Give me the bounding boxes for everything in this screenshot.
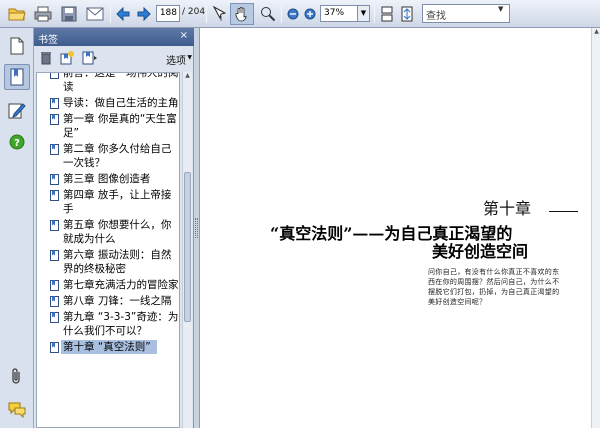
comments-icon[interactable] (7, 400, 27, 420)
search-dropdown-button[interactable]: ▼ (498, 5, 503, 13)
bookmark-label: 导读：做自己生活的主角 (63, 97, 179, 109)
bookmark-item[interactable]: 第一章 你是真的“天生富足” (37, 111, 179, 141)
bookmark-label: 第五章 你想要什么，你就成为什么 (63, 219, 172, 245)
signatures-icon[interactable] (7, 100, 27, 120)
hand-tool-icon[interactable] (230, 3, 254, 25)
bookmark-item[interactable]: 第六章 振动法则：自然界的终极秘密 (37, 247, 179, 277)
chapter-rule (549, 211, 578, 212)
next-page-icon[interactable] (135, 4, 153, 24)
attachments-icon[interactable] (7, 366, 27, 386)
toolbar-separator (110, 5, 111, 23)
bookmark-icon (50, 144, 59, 155)
bookmark-icon (50, 280, 59, 291)
close-panel-button[interactable]: × (180, 30, 188, 41)
print-icon[interactable] (32, 4, 54, 24)
chapter-title-line2: 美好创造空间 (432, 242, 529, 261)
bookmark-item[interactable]: 前言：这是一场伟大的阅读 (37, 72, 179, 95)
options-menu-button[interactable]: 选项 (166, 52, 186, 67)
bookmark-label: 第二章 你多久付给自己一次钱？ (63, 143, 172, 169)
bookmark-scrollbar[interactable]: ▲ (182, 72, 192, 428)
pages-icon[interactable] (7, 36, 27, 56)
scroll-up-arrow[interactable]: ▲ (183, 72, 192, 82)
zoom-in-icon[interactable] (303, 4, 317, 24)
select-text-icon[interactable]: I (210, 4, 228, 24)
bookmark-item[interactable]: 第七章充满活力的冒险家 (37, 277, 179, 293)
bookmark-label: 第八章 刀锋：一线之隔 (63, 295, 172, 307)
open-folder-icon[interactable] (6, 4, 28, 24)
bookmark-label: 第九章 “3-3-3”奇迹：为什么我们不可以？ (63, 311, 179, 337)
bookmark-item[interactable]: 第五章 你想要什么，你就成为什么 (37, 217, 179, 247)
bookmark-item[interactable]: 第二章 你多久付给自己一次钱？ (37, 141, 179, 171)
bookmark-icon (50, 342, 59, 353)
new-bookmark-icon[interactable] (60, 51, 74, 65)
bookmark-icon (50, 98, 59, 109)
bookmark-icon (50, 220, 59, 231)
bookmark-item[interactable]: 第十章 “真空法则” (37, 339, 179, 355)
bookmark-icon (50, 174, 59, 185)
fit-page-icon[interactable] (398, 4, 416, 24)
bookmark-item[interactable]: 第四章 放手，让上帝接手 (37, 187, 179, 217)
chapter-intro-text: 问你自己，有没有什么你真正不喜欢的东西在你的周围摆？然后问自己，为什么不摆脱它们… (428, 268, 560, 306)
main-toolbar: 188 / 204 I 37% ▼ 查找 ▼ (0, 0, 600, 28)
bookmark-label: 第七章充满活力的冒险家 (63, 279, 179, 291)
bookmark-icon (50, 296, 59, 307)
expand-bookmark-icon[interactable] (82, 51, 97, 65)
zoom-marquee-icon[interactable] (258, 4, 278, 24)
delete-bookmark-icon[interactable] (40, 51, 54, 65)
bookmark-item[interactable]: 第八章 刀锋：一线之隔 (37, 293, 179, 309)
toolbar-separator (281, 5, 282, 23)
bookmark-label: 前言：这是一场伟大的阅读 (63, 72, 179, 93)
single-page-icon[interactable] (378, 4, 396, 24)
bookmark-item[interactable]: 第九章 “3-3-3”奇迹：为什么我们不可以？ (37, 309, 179, 339)
bookmark-label: 第三章 图像创造者 (63, 173, 151, 185)
bookmark-label: 第六章 振动法则：自然界的终极秘密 (63, 249, 172, 275)
bookmark-label: 第一章 你是真的“天生富足” (63, 113, 177, 139)
svg-text:I: I (220, 15, 222, 22)
bookmark-label: 第四章 放手，让上帝接手 (63, 189, 172, 215)
bookmarks-panel-header: 书签 × (34, 28, 194, 46)
panel-splitter[interactable] (194, 28, 200, 428)
email-icon[interactable] (84, 4, 106, 24)
scroll-up-arrow[interactable]: ▲ (592, 28, 600, 38)
bookmarks-panel: 书签 × 选项 ▼ 前言：这是一场伟大的阅读导读：做自己生活的主角第一章 你是真… (34, 28, 194, 428)
bookmark-item[interactable]: 导读：做自己生活的主角 (37, 95, 179, 111)
chevron-down-icon: ▼ (187, 54, 192, 61)
bookmark-item[interactable]: 第三章 图像创造者 (37, 171, 179, 187)
bookmark-icon (50, 73, 59, 79)
zoom-dropdown-button[interactable]: ▼ (358, 5, 370, 22)
bookmarks-icon[interactable] (4, 64, 30, 90)
navigation-strip: ? (0, 28, 34, 428)
save-icon[interactable] (58, 4, 80, 24)
document-scrollbar[interactable]: ▲ (591, 28, 600, 428)
splitter-grip[interactable] (195, 218, 198, 238)
toolbar-separator (374, 5, 375, 23)
zoom-level-input[interactable]: 37% (320, 5, 358, 22)
bookmark-icon (50, 312, 59, 323)
bookmark-icon (50, 190, 59, 201)
zoom-out-icon[interactable] (286, 4, 300, 24)
bookmark-list: 前言：这是一场伟大的阅读导读：做自己生活的主角第一章 你是真的“天生富足” 第二章… (36, 72, 180, 428)
scrollbar-thumb[interactable] (184, 172, 191, 322)
page-total-label: / 204 (182, 7, 206, 17)
help-icon[interactable]: ? (7, 132, 27, 152)
previous-page-icon[interactable] (114, 4, 132, 24)
bookmarks-panel-title: 书签 (38, 35, 58, 46)
bookmark-label: 第十章 “真空法则” (61, 340, 157, 354)
bookmarks-toolbar: 选项 ▼ (34, 46, 194, 70)
search-input[interactable]: 查找 (422, 4, 510, 23)
page-number-input[interactable]: 188 (156, 5, 180, 22)
bookmark-icon (50, 250, 59, 261)
toolbar-separator (206, 5, 207, 23)
bookmark-icon (50, 114, 59, 125)
svg-text:?: ? (14, 138, 20, 149)
chapter-number: 第十章 (483, 199, 532, 218)
